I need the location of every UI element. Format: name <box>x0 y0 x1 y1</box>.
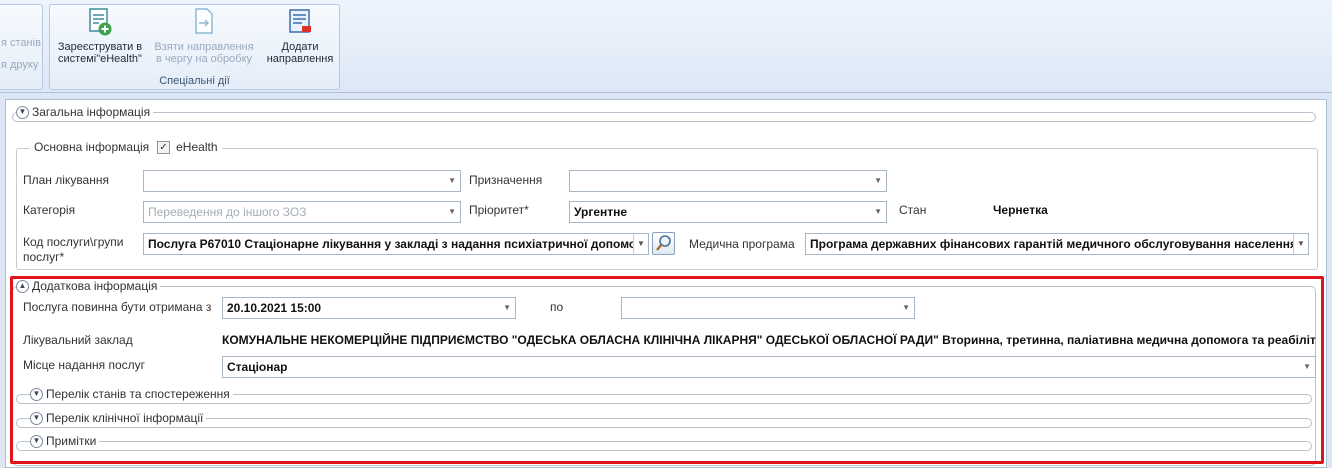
general-section-header[interactable]: ▼ Загальна інформація <box>16 105 154 119</box>
state-value: Чернетка <box>993 203 1048 217</box>
assign-select[interactable]: ▼ <box>569 170 887 192</box>
chevron-down-icon: ▼ <box>1293 234 1308 254</box>
basic-info-title: Основна інформація ✓ eHealth <box>30 140 222 154</box>
priority-label: Пріоритет* <box>469 203 529 217</box>
notes-section-header[interactable]: ▼ Примітки <box>30 434 100 448</box>
register-ehealth-label-2: системі"eHealth" <box>58 53 142 65</box>
from-date-select[interactable]: 20.10.2021 15:00 ▼ <box>222 297 516 319</box>
queue-referral-label-1: Взяти направлення <box>154 41 254 53</box>
clinical-section-line <box>16 418 1312 428</box>
to-date-select[interactable]: ▼ <box>621 297 915 319</box>
chevron-down-icon: ▼ <box>1303 362 1311 371</box>
expand-icon: ▼ <box>30 434 43 448</box>
referral-form-panel: ▼ Загальна інформація Основна інформація… <box>5 99 1327 468</box>
plan-label: План лікування <box>23 173 109 187</box>
notes-section-title: Примітки <box>46 434 97 448</box>
category-select[interactable]: Переведення до іншого ЗОЗ ▼ <box>143 201 461 223</box>
add-referral-icon <box>287 7 313 37</box>
ehealth-checkbox[interactable]: ✓ <box>157 140 171 154</box>
chevron-down-icon: ▼ <box>874 176 882 185</box>
chevron-down-icon: ▼ <box>448 176 456 185</box>
facility-label: Лікувальний заклад <box>23 333 133 347</box>
ehealth-label: eHealth <box>176 140 218 154</box>
expand-icon: ▼ <box>16 105 29 119</box>
program-select[interactable]: Програма державних фінансових гарантій м… <box>805 233 1309 255</box>
expand-icon: ▼ <box>30 411 43 425</box>
expand-icon: ▼ <box>30 387 43 401</box>
clinical-section-header[interactable]: ▼ Перелік клінічної інформації <box>30 411 207 425</box>
states-section-title: Перелік станів та спостереження <box>46 387 230 401</box>
chevron-down-icon: ▼ <box>874 207 882 216</box>
general-section-title: Загальна інформація <box>32 105 151 119</box>
general-section-line <box>12 112 1316 122</box>
states-section-header[interactable]: ▼ Перелік станів та спостереження <box>30 387 233 401</box>
ribbon-group-partial: я станів я друку <box>0 4 43 90</box>
from-label: Послуга повинна бути отримана з <box>23 300 212 314</box>
ribbon-group-label: Спеціальні дії <box>159 75 230 87</box>
magnifier-icon <box>656 235 671 251</box>
place-label: Місце надання послуг <box>23 358 146 372</box>
program-label: Медична програма <box>689 237 795 251</box>
add-referral-label-2: направлення <box>266 53 334 65</box>
to-label: по <box>550 300 564 314</box>
assign-label: Призначення <box>469 173 543 187</box>
search-service-button[interactable] <box>652 232 675 255</box>
register-ehealth-button[interactable]: Зареєструвати в системі"eHealth" <box>54 7 146 65</box>
place-select[interactable]: Стаціонар ▼ <box>222 356 1316 378</box>
ribbon-group-special-actions: Зареєструвати в системі"eHealth" Взяти н… <box>49 4 340 90</box>
plan-select[interactable]: ▼ <box>143 170 461 192</box>
facility-value: КОМУНАЛЬНЕ НЕКОМЕРЦІЙНЕ ПІДПРИЄМСТВО "ОД… <box>222 333 1316 347</box>
ribbon-toolbar: я станів я друку Зареєструвати в системі… <box>0 0 1332 93</box>
additional-section-header[interactable]: ▲ Додаткова інформація <box>16 279 161 293</box>
state-label: Стан <box>899 203 927 217</box>
service-select[interactable]: Послуга P67010 Стаціонарне лікування у з… <box>143 233 649 255</box>
clinical-section-title: Перелік клінічної інформації <box>46 411 204 425</box>
queue-referral-icon <box>191 7 217 37</box>
add-referral-button[interactable]: Додати направлення <box>262 7 338 65</box>
collapse-icon: ▲ <box>16 279 29 293</box>
category-label: Категорія <box>23 203 76 217</box>
priority-select[interactable]: Ургентне ▼ <box>569 201 887 223</box>
register-ehealth-icon <box>87 7 113 37</box>
ribbon-partial-label-2[interactable]: я друку <box>1 59 38 71</box>
register-ehealth-label-1: Зареєструвати в <box>57 41 143 53</box>
service-label-2: послуг* <box>23 250 65 264</box>
notes-section-line <box>16 441 1312 451</box>
chevron-down-icon: ▼ <box>902 303 910 312</box>
queue-referral-label-2: в чергу на обробку <box>155 53 253 65</box>
chevron-down-icon: ▼ <box>448 207 456 216</box>
chevron-down-icon: ▼ <box>503 303 511 312</box>
queue-referral-button[interactable]: Взяти направлення в чергу на обробку <box>148 7 260 65</box>
add-referral-label-1: Додати <box>281 41 319 53</box>
chevron-down-icon: ▼ <box>633 234 648 254</box>
service-label-1: Код послуги\групи <box>23 235 124 249</box>
ribbon-partial-label-1[interactable]: я станів <box>1 37 41 49</box>
basic-info-label: Основна інформація <box>34 140 150 154</box>
additional-section-title: Додаткова інформація <box>32 279 158 293</box>
